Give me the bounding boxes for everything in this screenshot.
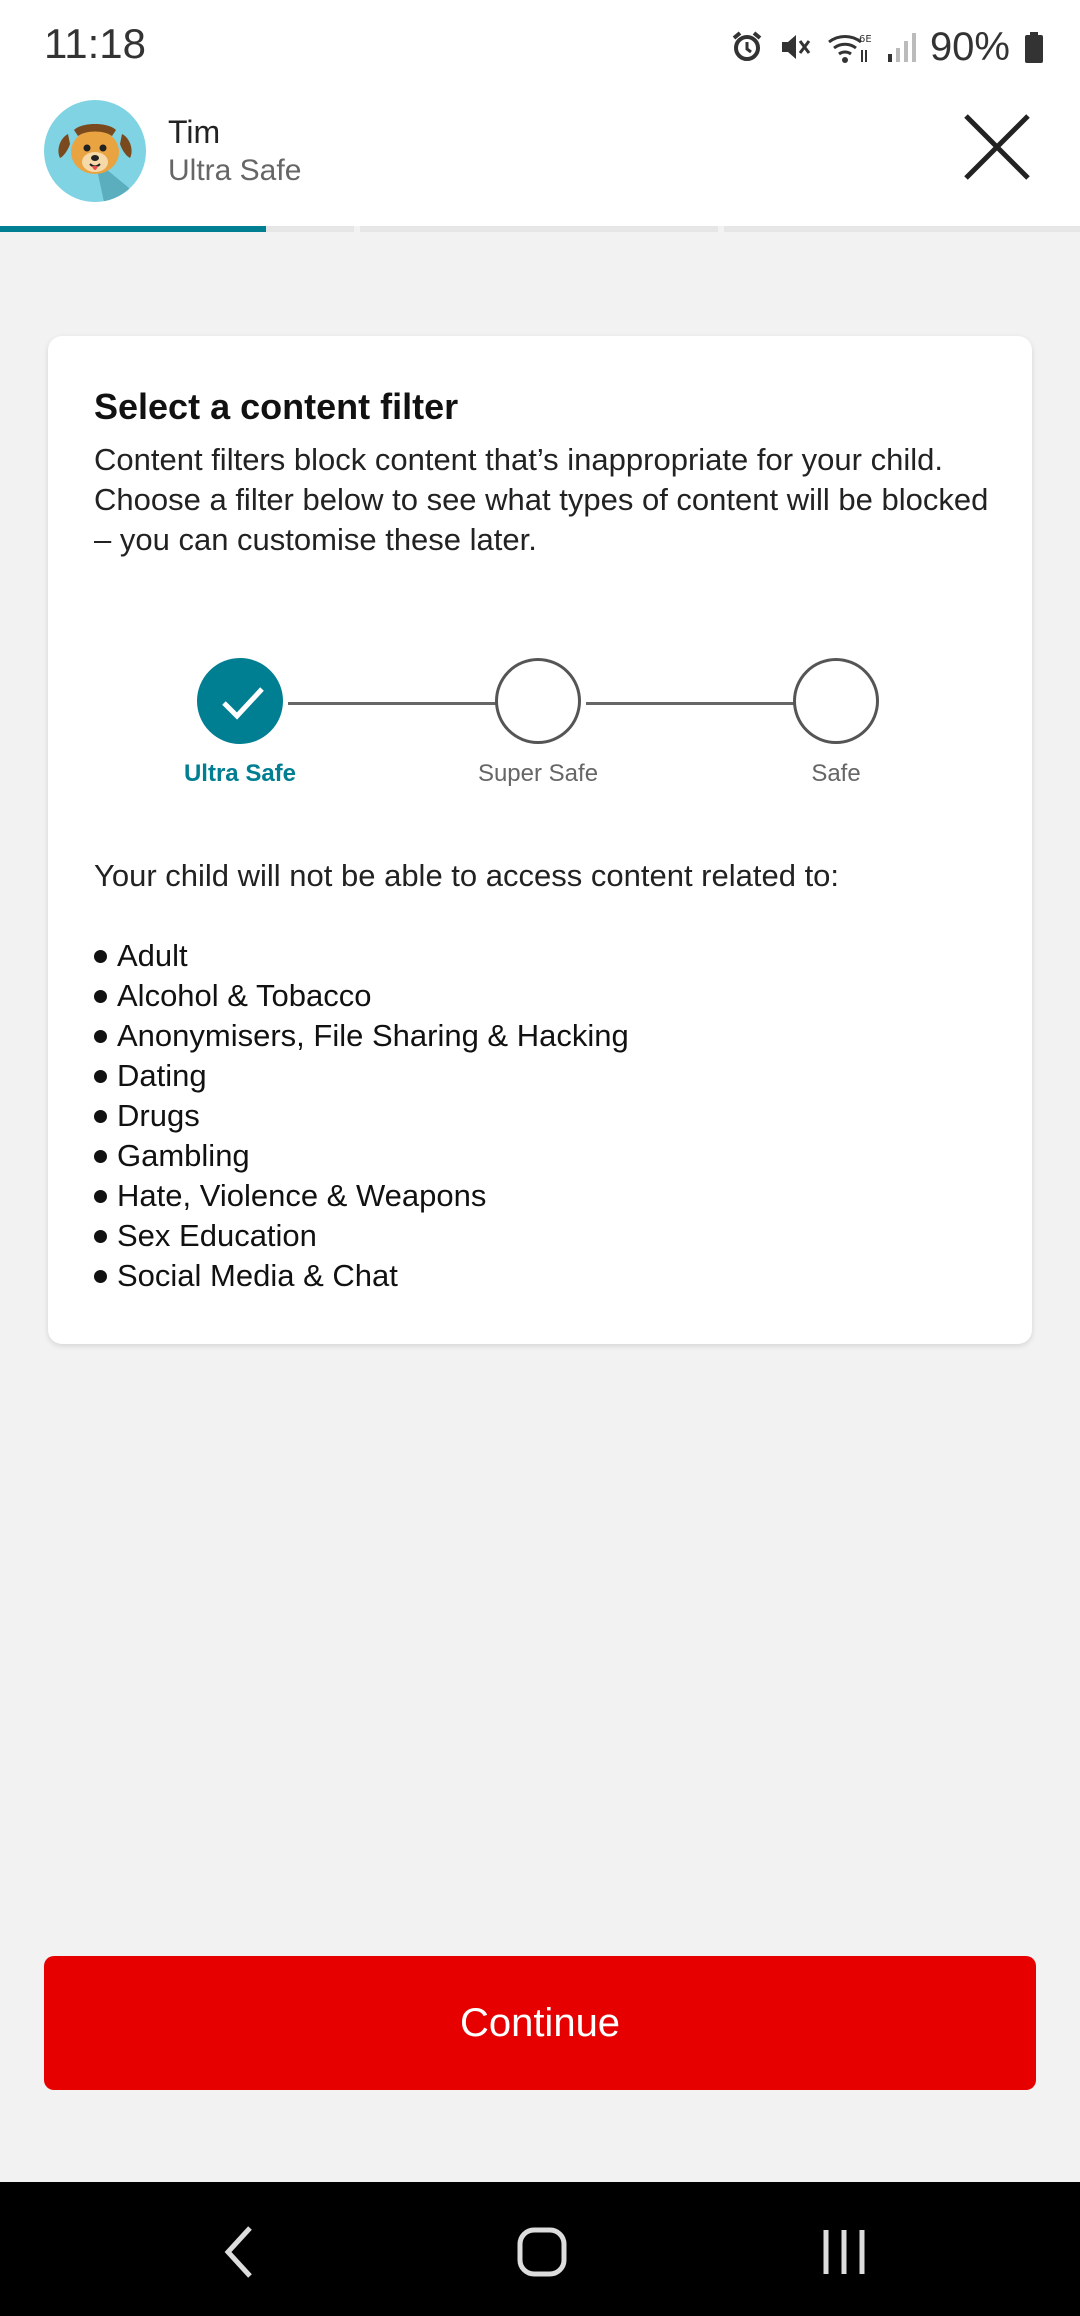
progress-segment-3 bbox=[724, 226, 1080, 232]
bullet-icon bbox=[94, 1069, 107, 1083]
blocked-category-item: Adult bbox=[94, 936, 629, 976]
card-description: Content filters block content that’s ina… bbox=[94, 442, 989, 557]
battery-percent: 90% bbox=[929, 24, 1010, 69]
content-filter-card: Select a content filter Content filters … bbox=[48, 336, 1032, 1344]
blocked-category-item: Sex Education bbox=[94, 1216, 629, 1256]
blocked-category-item: Drugs bbox=[94, 1096, 629, 1136]
alarm-icon bbox=[730, 30, 764, 64]
system-nav-bar bbox=[0, 2182, 1080, 2316]
bullet-icon bbox=[94, 989, 107, 1003]
status-icons: 6E 90% bbox=[730, 22, 1044, 72]
wifi-6e-icon: 6E bbox=[826, 30, 872, 64]
blocked-category-label: Hate, Violence & Weapons bbox=[117, 1178, 487, 1213]
mute-icon bbox=[778, 30, 812, 64]
progress-fill bbox=[0, 226, 266, 232]
close-icon bbox=[964, 114, 1030, 180]
recents-icon bbox=[823, 2230, 865, 2274]
blocked-category-label: Sex Education bbox=[117, 1218, 317, 1253]
child-name: Tim bbox=[168, 114, 221, 150]
filter-label-ultra-safe[interactable]: Ultra Safe bbox=[130, 760, 350, 788]
continue-button[interactable]: Continue bbox=[44, 1956, 1036, 2090]
filter-option-safe[interactable] bbox=[793, 658, 879, 744]
blocked-category-item: Hate, Violence & Weapons bbox=[94, 1176, 629, 1216]
home-button[interactable] bbox=[502, 2212, 582, 2292]
battery-icon bbox=[1024, 30, 1044, 64]
card-title: Select a content filter bbox=[94, 386, 459, 427]
blocked-category-label: Alcohol & Tobacco bbox=[117, 978, 372, 1013]
filter-label-super-safe[interactable]: Super Safe bbox=[428, 760, 648, 788]
onboarding-progress bbox=[0, 226, 1080, 234]
progress-segment-1 bbox=[0, 226, 354, 234]
bullet-icon bbox=[94, 1149, 107, 1163]
checkmark-icon bbox=[222, 687, 264, 720]
blocked-category-item: Gambling bbox=[94, 1136, 629, 1176]
signal-icon bbox=[886, 30, 916, 64]
bullet-icon bbox=[94, 1229, 107, 1243]
blocked-category-label: Dating bbox=[117, 1058, 207, 1093]
back-button[interactable] bbox=[200, 2212, 280, 2292]
blocked-categories-list: Adult Alcohol & Tobacco Anonymisers, File … bbox=[94, 936, 629, 1296]
bullet-icon bbox=[94, 1189, 107, 1203]
status-bar: 11:18 6E 90% bbox=[0, 0, 1080, 92]
dog-avatar-icon bbox=[44, 100, 146, 202]
blocked-category-item: Alcohol & Tobacco bbox=[94, 976, 629, 1016]
blocked-category-label: Adult bbox=[117, 938, 188, 973]
svg-text:6E: 6E bbox=[859, 34, 872, 45]
blocked-category-item: Dating bbox=[94, 1056, 629, 1096]
blocked-content-intro: Your child will not be able to access co… bbox=[94, 858, 840, 893]
child-filter-level: Ultra Safe bbox=[168, 154, 302, 187]
bullet-icon bbox=[94, 949, 107, 963]
status-time: 11:18 bbox=[44, 20, 146, 67]
blocked-category-label: Gambling bbox=[117, 1138, 250, 1173]
blocked-category-label: Drugs bbox=[117, 1098, 200, 1133]
filter-label-safe[interactable]: Safe bbox=[726, 760, 946, 788]
profile-header: Tim Ultra Safe bbox=[0, 92, 1080, 226]
filter-option-super-safe[interactable] bbox=[495, 658, 581, 744]
bullet-icon bbox=[94, 1269, 107, 1283]
bullet-icon bbox=[94, 1029, 107, 1043]
back-icon bbox=[224, 2226, 252, 2278]
recents-button[interactable] bbox=[804, 2212, 884, 2292]
blocked-category-item: Social Media & Chat bbox=[94, 1256, 629, 1296]
progress-segment-2 bbox=[360, 226, 718, 232]
blocked-category-label: Anonymisers, File Sharing & Hacking bbox=[117, 1018, 629, 1053]
blocked-category-label: Social Media & Chat bbox=[117, 1258, 398, 1293]
filter-option-ultra-safe[interactable] bbox=[197, 658, 283, 744]
home-icon bbox=[517, 2227, 567, 2277]
blocked-category-item: Anonymisers, File Sharing & Hacking bbox=[94, 1016, 629, 1056]
bullet-icon bbox=[94, 1109, 107, 1123]
close-button[interactable] bbox=[962, 112, 1032, 182]
